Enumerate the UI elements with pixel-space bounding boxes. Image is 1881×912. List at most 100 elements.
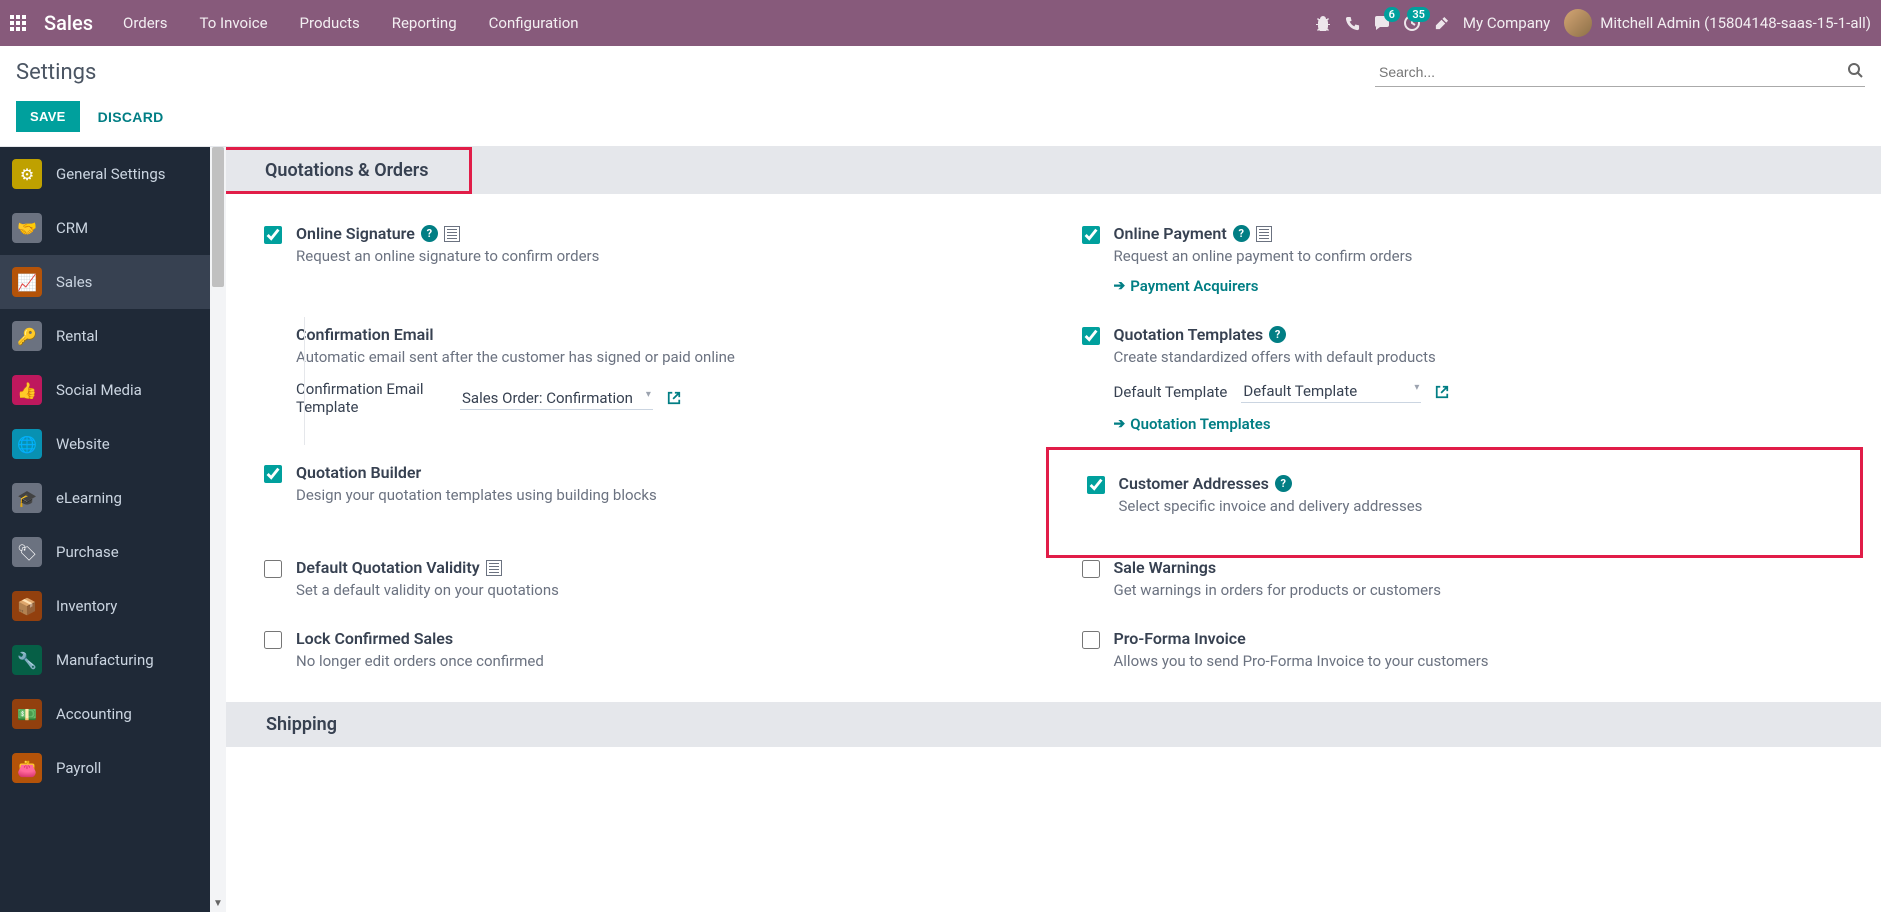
sidebar-item-label: Inventory: [56, 597, 117, 615]
phone-icon[interactable]: [1345, 16, 1360, 31]
company-selector[interactable]: My Company: [1463, 14, 1550, 32]
discard-button[interactable]: DISCARD: [98, 109, 164, 125]
help-icon[interactable]: ?: [1269, 326, 1286, 343]
tools-icon[interactable]: [1434, 16, 1449, 31]
external-link-icon[interactable]: [667, 391, 681, 405]
default-template-select[interactable]: Default Template ▾: [1241, 380, 1421, 403]
link-quotation-templates[interactable]: ➔ Quotation Templates: [1114, 415, 1862, 433]
setting-title: Online Payment: [1114, 224, 1227, 243]
thumbs-up-icon: 👍: [12, 375, 42, 405]
checkbox-online-signature[interactable]: [264, 226, 282, 244]
sidebar-item-accounting[interactable]: 💵 Accounting: [0, 687, 210, 741]
user-menu[interactable]: Mitchell Admin (15804148-saas-15-1-all): [1564, 9, 1871, 37]
checkbox-quotation-templates[interactable]: [1082, 327, 1100, 345]
bug-icon[interactable]: [1315, 15, 1331, 31]
sidebar-item-label: eLearning: [56, 489, 122, 507]
section-header-shipping: Shipping: [226, 702, 1881, 747]
tag-icon: 🏷: [12, 537, 42, 567]
gear-icon: ⚙: [12, 159, 42, 189]
nav-link-products[interactable]: Products: [300, 14, 360, 32]
setting-desc: Request an online signature to confirm o…: [296, 247, 1044, 265]
nav-link-to-invoice[interactable]: To Invoice: [200, 14, 268, 32]
setting-title: Sale Warnings: [1114, 558, 1217, 577]
apps-icon[interactable]: [10, 15, 26, 31]
nav-link-configuration[interactable]: Configuration: [489, 14, 579, 32]
setting-title: Confirmation Email: [296, 325, 434, 344]
field-label: Confirmation Email Template: [296, 380, 446, 416]
wallet-icon: 👛: [12, 753, 42, 783]
setting-title: Lock Confirmed Sales: [296, 629, 453, 648]
sidebar-item-social-media[interactable]: 👍 Social Media: [0, 363, 210, 417]
enterprise-icon: [444, 226, 460, 242]
activities-badge: 35: [1407, 7, 1430, 22]
key-icon: 🔑: [12, 321, 42, 351]
setting-lock-confirmed: Lock Confirmed Sales No longer edit orde…: [236, 621, 1054, 692]
chevron-down-icon: ▾: [1414, 382, 1419, 393]
setting-confirmation-email: Confirmation Email Automatic email sent …: [236, 317, 1054, 455]
arrow-right-icon: ➔: [1114, 416, 1126, 432]
app-brand[interactable]: Sales: [44, 11, 93, 35]
checkbox-customer-addresses[interactable]: [1087, 476, 1105, 494]
sidebar-item-purchase[interactable]: 🏷 Purchase: [0, 525, 210, 579]
setting-quotation-builder: Quotation Builder Design your quotation …: [236, 455, 1054, 550]
user-name: Mitchell Admin (15804148-saas-15-1-all): [1600, 14, 1871, 32]
save-button[interactable]: SAVE: [16, 101, 80, 132]
checkbox-proforma[interactable]: [1082, 631, 1100, 649]
link-payment-acquirers[interactable]: ➔ Payment Acquirers: [1114, 277, 1862, 295]
sidebar-item-inventory[interactable]: 📦 Inventory: [0, 579, 210, 633]
sidebar-item-label: Sales: [56, 273, 92, 291]
activities-icon[interactable]: 35: [1404, 15, 1420, 31]
sidebar-item-payroll[interactable]: 👛 Payroll: [0, 741, 210, 795]
search-icon[interactable]: [1847, 62, 1863, 78]
section-header-quotations: Quotations & Orders: [226, 147, 472, 194]
graduation-icon: 🎓: [12, 483, 42, 513]
nav-links: Orders To Invoice Products Reporting Con…: [123, 14, 1315, 32]
setting-title: Customer Addresses: [1119, 474, 1269, 493]
setting-desc: Select specific invoice and delivery add…: [1119, 497, 1423, 515]
sidebar-item-website[interactable]: 🌐 Website: [0, 417, 210, 471]
checkbox-quotation-builder[interactable]: [264, 465, 282, 483]
scroll-down-icon[interactable]: ▼: [210, 896, 226, 912]
nav-link-reporting[interactable]: Reporting: [392, 14, 457, 32]
setting-title: Quotation Templates: [1114, 325, 1264, 344]
sidebar-item-sales[interactable]: 📈 Sales: [0, 255, 210, 309]
checkbox-default-validity[interactable]: [264, 560, 282, 578]
help-icon[interactable]: ?: [1275, 475, 1292, 492]
checkbox-sale-warnings[interactable]: [1082, 560, 1100, 578]
sidebar-item-manufacturing[interactable]: 🔧 Manufacturing: [0, 633, 210, 687]
sidebar-item-rental[interactable]: 🔑 Rental: [0, 309, 210, 363]
enterprise-icon: [486, 560, 502, 576]
help-icon[interactable]: ?: [421, 225, 438, 242]
setting-desc: Allows you to send Pro-Forma Invoice to …: [1114, 652, 1862, 670]
enterprise-icon: [1256, 226, 1272, 242]
chart-icon: 📈: [12, 267, 42, 297]
sidebar-item-elearning[interactable]: 🎓 eLearning: [0, 471, 210, 525]
settings-content: Quotations & Orders Online Signature ? R…: [226, 147, 1881, 912]
sidebar-item-label: Manufacturing: [56, 651, 154, 669]
setting-desc: Create standardized offers with default …: [1114, 348, 1862, 366]
setting-desc: Request an online payment to confirm ord…: [1114, 247, 1862, 265]
checkbox-lock-confirmed[interactable]: [264, 631, 282, 649]
nav-link-orders[interactable]: Orders: [123, 14, 168, 32]
setting-default-validity: Default Quotation Validity Set a default…: [236, 550, 1054, 621]
setting-customer-addresses-wrapper: Customer Addresses ? Select specific inv…: [1054, 455, 1872, 550]
chevron-down-icon: ▾: [646, 389, 651, 400]
arrow-right-icon: ➔: [1114, 278, 1126, 294]
search-input[interactable]: [1375, 58, 1865, 87]
money-icon: 💵: [12, 699, 42, 729]
setting-title: Default Quotation Validity: [296, 558, 480, 577]
sidebar-scrollbar[interactable]: ▲ ▼: [210, 147, 226, 912]
sidebar-item-general-settings[interactable]: ⚙ General Settings: [0, 147, 210, 201]
messages-icon[interactable]: 6: [1374, 15, 1390, 31]
sidebar-item-crm[interactable]: 🤝 CRM: [0, 201, 210, 255]
setting-desc: Get warnings in orders for products or c…: [1114, 581, 1862, 599]
scrollbar-thumb[interactable]: [212, 147, 224, 287]
confirmation-template-select[interactable]: Sales Order: Confirmation ▾: [460, 387, 653, 410]
checkbox-online-payment[interactable]: [1082, 226, 1100, 244]
setting-desc: Design your quotation templates using bu…: [296, 486, 1044, 504]
help-icon[interactable]: ?: [1233, 225, 1250, 242]
globe-icon: 🌐: [12, 429, 42, 459]
setting-title: Quotation Builder: [296, 463, 421, 482]
external-link-icon[interactable]: [1435, 385, 1449, 399]
setting-title: Pro-Forma Invoice: [1114, 629, 1246, 648]
